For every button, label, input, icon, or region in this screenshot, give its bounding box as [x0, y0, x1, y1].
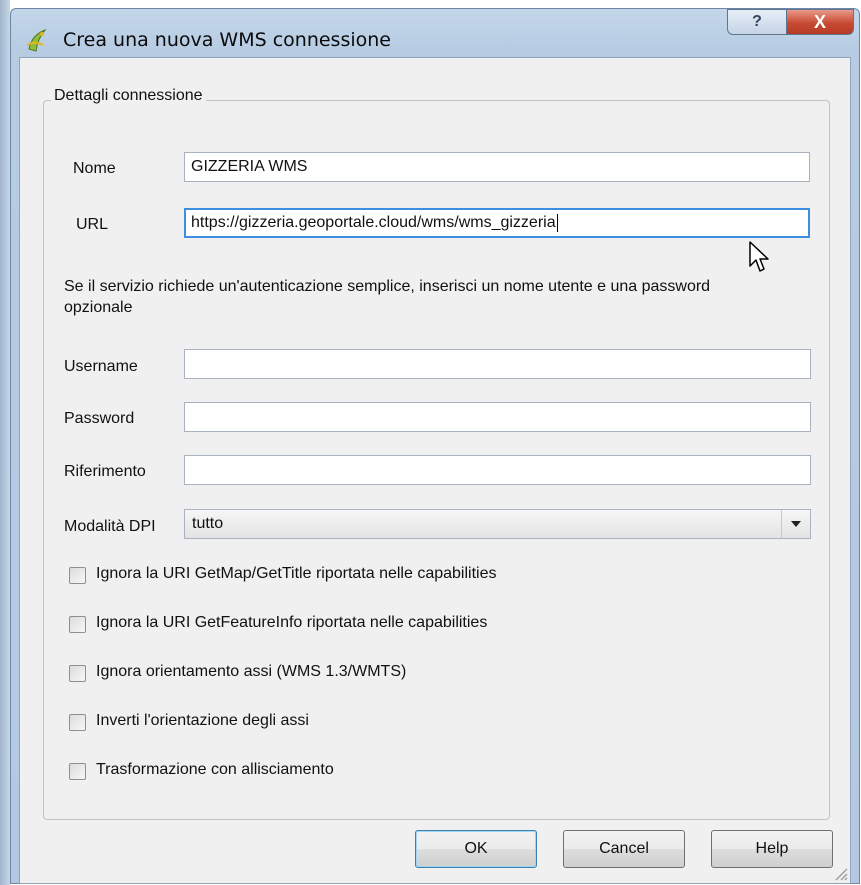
- question-icon: ?: [752, 13, 762, 30]
- url-label: URL: [76, 216, 109, 233]
- checkbox-smooth-transform[interactable]: [69, 763, 86, 780]
- url-input[interactable]: https://gizzeria.geoportale.cloud/wms/wm…: [184, 208, 810, 238]
- checkbox-ignore-getfeatureinfo-label[interactable]: Ignora la URI GetFeatureInfo riportata n…: [96, 614, 487, 632]
- help-button[interactable]: Help: [711, 830, 833, 868]
- url-value: https://gizzeria.geoportale.cloud/wms/wm…: [191, 214, 556, 231]
- dialog-window: Crea una nuova WMS connessione ? X Detta…: [10, 8, 860, 884]
- checkbox-ignore-getmap[interactable]: [69, 567, 86, 584]
- checkbox-ignore-getmap-label[interactable]: Ignora la URI GetMap/GetTitle riportata …: [96, 565, 496, 583]
- username-label: Username: [64, 358, 138, 375]
- dpi-label: Modalità DPI: [64, 518, 156, 535]
- chevron-down-icon[interactable]: [781, 510, 810, 538]
- auth-info-text: Se il servizio richiede un'autenticazion…: [64, 278, 711, 316]
- dpi-value: tutto: [192, 515, 224, 532]
- window-title: Crea una nuova WMS connessione: [63, 29, 391, 51]
- qgis-icon: [26, 28, 47, 52]
- nome-label: Nome: [73, 160, 116, 177]
- checkbox-smooth-transform-label[interactable]: Trasformazione con allisciamento: [96, 761, 334, 779]
- password-label: Password: [64, 410, 135, 427]
- checkbox-ignore-axis-orientation[interactable]: [69, 665, 86, 682]
- text-caret: [556, 213, 558, 232]
- cancel-button[interactable]: Cancel: [563, 830, 685, 868]
- password-input[interactable]: [184, 402, 811, 432]
- riferimento-input[interactable]: [184, 455, 811, 485]
- nome-input[interactable]: GIZZERIA WMS: [184, 152, 810, 182]
- checkbox-ignore-getfeatureinfo[interactable]: [69, 616, 86, 633]
- checkbox-invert-axis-label[interactable]: Inverti l'orientazione degli assi: [96, 712, 309, 730]
- dialog-body: Dettagli connessione Nome GIZZERIA WMS U…: [19, 57, 851, 884]
- checkbox-ignore-axis-orientation-label[interactable]: Ignora orientamento assi (WMS 1.3/WMTS): [96, 663, 406, 681]
- checkbox-invert-axis[interactable]: [69, 714, 86, 731]
- close-icon: X: [813, 11, 826, 32]
- ok-button-label: OK: [464, 840, 488, 857]
- resize-grip-icon[interactable]: [832, 865, 848, 881]
- close-button[interactable]: X: [786, 9, 854, 35]
- ok-button[interactable]: OK: [415, 830, 537, 868]
- riferimento-label: Riferimento: [64, 463, 146, 480]
- username-input[interactable]: [184, 349, 811, 379]
- cancel-button-label: Cancel: [599, 840, 649, 857]
- group-legend: Dettagli connessione: [51, 87, 206, 105]
- background-window-edge: [0, 0, 10, 885]
- dpi-select[interactable]: tutto: [184, 509, 811, 539]
- mouse-pointer-icon: [749, 241, 769, 272]
- help-button-label: Help: [755, 840, 789, 857]
- nome-value: GIZZERIA WMS: [191, 158, 308, 175]
- help-title-button[interactable]: ?: [727, 9, 787, 35]
